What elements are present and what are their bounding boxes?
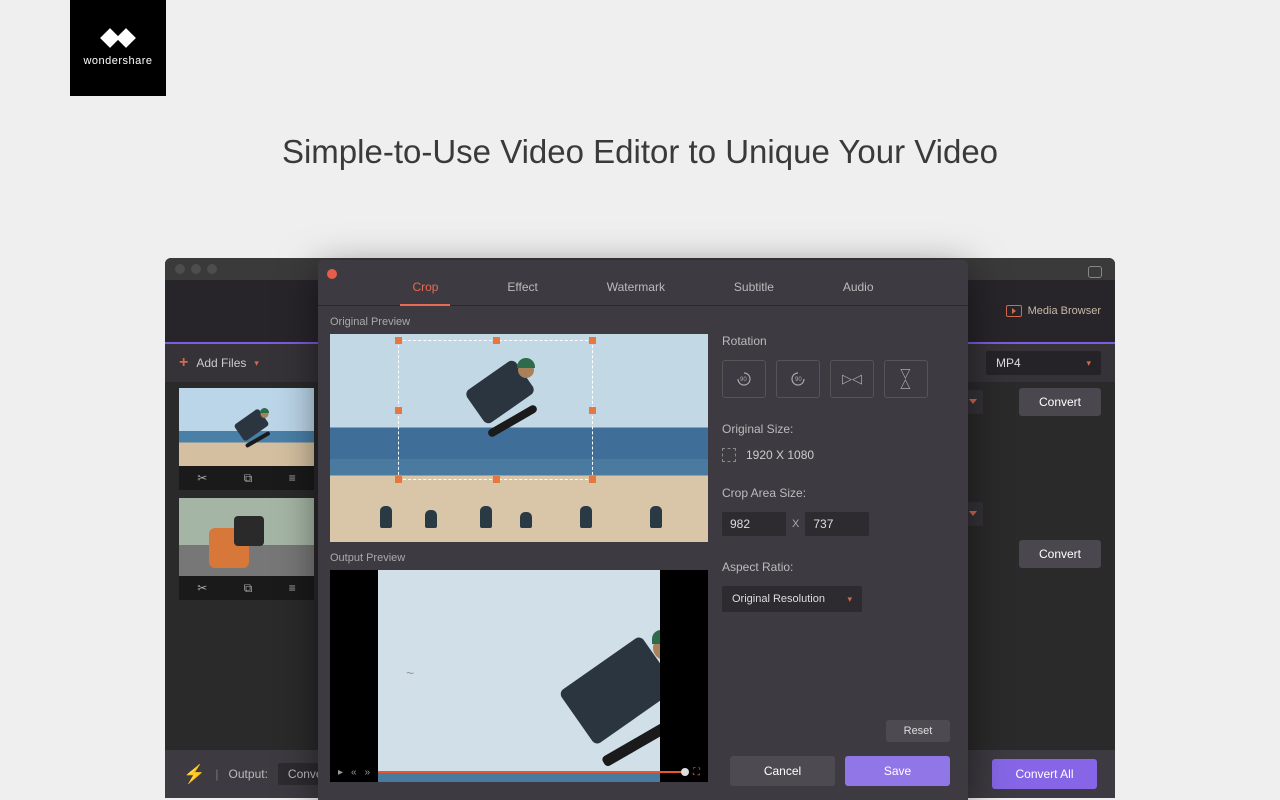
aspect-ratio-label: Aspect Ratio: — [722, 560, 956, 574]
original-preview[interactable] — [330, 334, 708, 542]
traffic-light-close[interactable] — [175, 264, 185, 274]
rotate-left-button[interactable]: 90 — [722, 360, 766, 398]
caret-down-icon: ▾ — [1086, 358, 1091, 369]
media-browser-icon — [1006, 305, 1022, 317]
flip-vertical-button[interactable]: ▷◁ — [884, 360, 928, 398]
plus-icon: + — [179, 354, 188, 372]
dimensions-icon — [722, 448, 736, 462]
thumbnail — [179, 498, 314, 576]
aspect-value: Original Resolution — [732, 593, 825, 605]
cut-icon[interactable]: ✂ — [197, 581, 207, 595]
thumb-tools: ✂ ⧉ ≡ — [179, 576, 314, 600]
crop-handle[interactable] — [395, 476, 402, 483]
cut-icon[interactable]: ✂ — [197, 471, 207, 485]
traffic-light-minimize[interactable] — [191, 264, 201, 274]
output-format-select[interactable]: MP4 ▾ — [986, 351, 1101, 375]
crop-handle[interactable] — [589, 337, 596, 344]
tab-crop[interactable]: Crop — [400, 268, 450, 305]
tab-subtitle[interactable]: Subtitle — [722, 268, 786, 305]
convert-button[interactable]: Convert — [1019, 540, 1101, 568]
media-browser-button[interactable]: Media Browser — [1006, 305, 1101, 317]
adjust-icon[interactable]: ≡ — [289, 581, 296, 595]
add-files-button[interactable]: + Add Files ▾ — [179, 354, 259, 372]
crop-handle[interactable] — [395, 407, 402, 414]
format-value: MP4 — [996, 356, 1021, 370]
rotate-right-button[interactable]: 90 — [776, 360, 820, 398]
add-files-label: Add Files — [196, 356, 246, 370]
crop-area-label: Crop Area Size: — [722, 486, 956, 500]
crop-width-input[interactable]: 982 — [722, 512, 786, 536]
rotation-label: Rotation — [722, 334, 956, 348]
crop-height-input[interactable]: 737 — [805, 512, 869, 536]
bolt-icon: ⚡ — [183, 764, 205, 785]
save-button[interactable]: Save — [845, 756, 950, 786]
convert-button[interactable]: Convert — [1019, 388, 1101, 416]
crop-handle[interactable] — [493, 337, 500, 344]
adjust-icon[interactable]: ≡ — [289, 471, 296, 485]
editor-footer: Cancel Save — [318, 742, 968, 800]
tab-watermark[interactable]: Watermark — [595, 268, 677, 305]
media-item[interactable]: ✂ ⧉ ≡ — [179, 388, 314, 490]
media-item[interactable]: ✂ ⧉ ≡ — [179, 498, 314, 600]
crop-handle[interactable] — [589, 476, 596, 483]
crop-settings-panel: Rotation 90 90 ▷◁ ▷◁ Original Size: 1920… — [722, 316, 956, 782]
convert-all-button[interactable]: Convert All — [992, 759, 1097, 789]
logo-icon — [102, 29, 134, 49]
svg-text:90: 90 — [795, 377, 802, 383]
flip-horizontal-button[interactable]: ▷◁ — [830, 360, 874, 398]
traffic-light-zoom[interactable] — [207, 264, 217, 274]
x-separator: X — [792, 518, 799, 530]
crop-handle[interactable] — [493, 476, 500, 483]
caret-down-icon: ▾ — [847, 594, 852, 605]
tab-effect[interactable]: Effect — [495, 268, 549, 305]
caret-down-icon: ▾ — [254, 358, 259, 369]
bird-icon: ~ — [406, 665, 422, 673]
media-browser-label: Media Browser — [1028, 305, 1101, 317]
chat-icon[interactable] — [1088, 266, 1102, 278]
tab-audio[interactable]: Audio — [831, 268, 886, 305]
original-size-value: 1920 X 1080 — [746, 448, 814, 462]
editor-tabs: Crop Effect Watermark Subtitle Audio — [318, 268, 968, 306]
thumbnail — [179, 388, 314, 466]
output-label: Output: — [229, 767, 268, 781]
cancel-button[interactable]: Cancel — [730, 756, 835, 786]
crop-icon[interactable]: ⧉ — [244, 471, 253, 486]
page-headline: Simple-to-Use Video Editor to Unique You… — [0, 133, 1280, 171]
wondershare-logo: wondershare — [70, 0, 166, 96]
crop-handle[interactable] — [589, 407, 596, 414]
svg-text:90: 90 — [740, 377, 747, 383]
convert-list: Convert Convert — [1019, 388, 1101, 568]
aspect-ratio-select[interactable]: Original Resolution ▾ — [722, 586, 862, 612]
media-list: ✂ ⧉ ≡ ✂ ⧉ ≡ — [179, 388, 314, 608]
logo-text: wondershare — [83, 55, 152, 67]
crop-editor-dialog: Crop Effect Watermark Subtitle Audio Ori… — [318, 260, 968, 800]
original-size-label: Original Size: — [722, 422, 956, 436]
thumb-tools: ✂ ⧉ ≡ — [179, 466, 314, 490]
crop-icon[interactable]: ⧉ — [244, 581, 253, 596]
close-icon[interactable] — [327, 269, 337, 279]
output-preview-label: Output Preview — [330, 552, 708, 564]
crop-selection[interactable] — [398, 340, 593, 480]
reset-button[interactable]: Reset — [886, 720, 950, 742]
crop-handle[interactable] — [395, 337, 402, 344]
original-preview-label: Original Preview — [330, 316, 708, 328]
